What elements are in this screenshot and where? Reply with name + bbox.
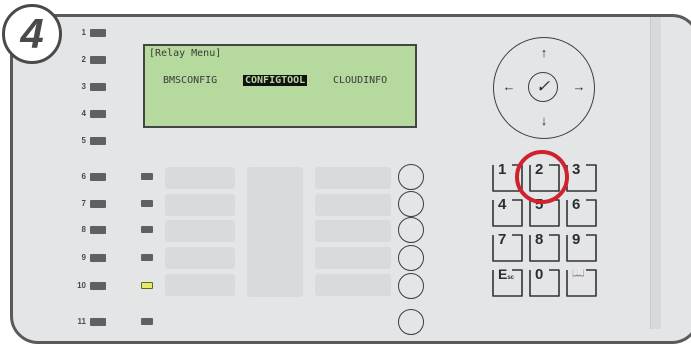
key-7-label: 7 bbox=[498, 231, 507, 248]
led-number-label: 2 bbox=[81, 55, 86, 64]
key-9-label: 9 bbox=[572, 231, 581, 248]
zone-led-lit bbox=[141, 282, 153, 289]
zone-button[interactable] bbox=[398, 245, 424, 271]
status-led bbox=[90, 226, 106, 234]
key-4-label: 4 bbox=[498, 196, 507, 213]
lcd-option-configtool[interactable]: CONFIGTOOL bbox=[243, 75, 308, 86]
step-number-badge: 4 bbox=[2, 4, 62, 64]
led-number-label: 4 bbox=[81, 109, 86, 118]
label-slot bbox=[247, 167, 303, 297]
lcd-option-bmsconfig[interactable]: BMSCONFIG bbox=[163, 75, 217, 86]
label-slot bbox=[165, 274, 235, 296]
status-led bbox=[90, 110, 106, 118]
key-8-button[interactable]: 8 bbox=[527, 231, 563, 263]
panel-edge bbox=[650, 17, 661, 329]
lcd-menu-title: [Relay Menu] bbox=[149, 48, 222, 59]
zone-led bbox=[141, 226, 153, 233]
key-6-label: 6 bbox=[572, 196, 581, 213]
key-9-button[interactable]: 9 bbox=[564, 231, 600, 263]
key-escape-button[interactable]: Esc bbox=[490, 266, 526, 298]
status-led bbox=[90, 83, 106, 91]
key-3-button[interactable]: 3 bbox=[564, 161, 600, 193]
led-number-label: 1 bbox=[81, 28, 86, 37]
key-7-button[interactable]: 7 bbox=[490, 231, 526, 263]
status-led bbox=[90, 318, 106, 326]
led-number-label: 5 bbox=[81, 136, 86, 145]
nav-down-arrow-icon[interactable]: ↓ bbox=[536, 114, 552, 128]
label-slot bbox=[165, 247, 235, 269]
status-led bbox=[90, 254, 106, 262]
led-number-label: 6 bbox=[81, 172, 86, 181]
key-1-label: 1 bbox=[498, 161, 507, 178]
key-6-button[interactable]: 6 bbox=[564, 196, 600, 228]
key-escape-sub: sc bbox=[507, 275, 515, 281]
navigation-ring: ↑ ↓ ← → ✓ bbox=[493, 37, 595, 139]
book-icon: 📖 bbox=[572, 268, 585, 279]
lcd-option-cloudinfo[interactable]: CLOUDINFO bbox=[333, 75, 387, 86]
label-slot bbox=[315, 247, 391, 269]
key-0-label: 0 bbox=[535, 266, 544, 283]
nav-right-arrow-icon[interactable]: → bbox=[571, 80, 587, 94]
led-number-label: 11 bbox=[77, 317, 86, 326]
zone-button[interactable] bbox=[398, 191, 424, 217]
status-led bbox=[90, 200, 106, 208]
label-slot bbox=[315, 167, 391, 189]
step-number: 4 bbox=[20, 10, 44, 57]
nav-up-arrow-icon[interactable]: ↑ bbox=[536, 46, 552, 60]
led-number-label: 7 bbox=[81, 199, 86, 208]
status-led bbox=[90, 173, 106, 181]
nav-left-arrow-icon[interactable]: ← bbox=[501, 80, 517, 94]
zone-led bbox=[141, 254, 153, 261]
status-led bbox=[90, 282, 106, 290]
led-number-label: 10 bbox=[77, 281, 86, 290]
zone-led bbox=[141, 200, 153, 207]
key-4-button[interactable]: 4 bbox=[490, 196, 526, 228]
led-number-label: 9 bbox=[81, 253, 86, 262]
key-3-label: 3 bbox=[572, 161, 581, 178]
status-led bbox=[90, 56, 106, 64]
zone-led bbox=[141, 318, 153, 325]
key-escape-label: Esc bbox=[498, 266, 514, 282]
label-slot bbox=[315, 220, 391, 242]
key-manual-button[interactable]: 📖 bbox=[564, 268, 600, 298]
label-slot bbox=[315, 194, 391, 216]
label-slot bbox=[165, 220, 235, 242]
label-slot bbox=[165, 194, 235, 216]
check-icon: ✓ bbox=[535, 77, 551, 96]
confirm-button[interactable]: ✓ bbox=[528, 72, 558, 102]
highlight-ring bbox=[515, 150, 569, 204]
zone-led bbox=[141, 173, 153, 180]
zone-button[interactable] bbox=[398, 273, 424, 299]
led-number-label: 8 bbox=[81, 225, 86, 234]
label-slot bbox=[315, 274, 391, 296]
led-number-label: 3 bbox=[81, 82, 86, 91]
zone-button[interactable] bbox=[398, 309, 424, 335]
zone-button[interactable] bbox=[398, 164, 424, 190]
key-escape-letter: E bbox=[498, 266, 508, 282]
label-slot bbox=[165, 167, 235, 189]
status-led bbox=[90, 29, 106, 37]
lcd-screen: [Relay Menu] BMSCONFIG CONFIGTOOL CLOUDI… bbox=[143, 44, 417, 128]
key-8-label: 8 bbox=[535, 231, 544, 248]
status-led bbox=[90, 137, 106, 145]
key-0-button[interactable]: 0 bbox=[527, 266, 563, 298]
zone-button[interactable] bbox=[398, 217, 424, 243]
